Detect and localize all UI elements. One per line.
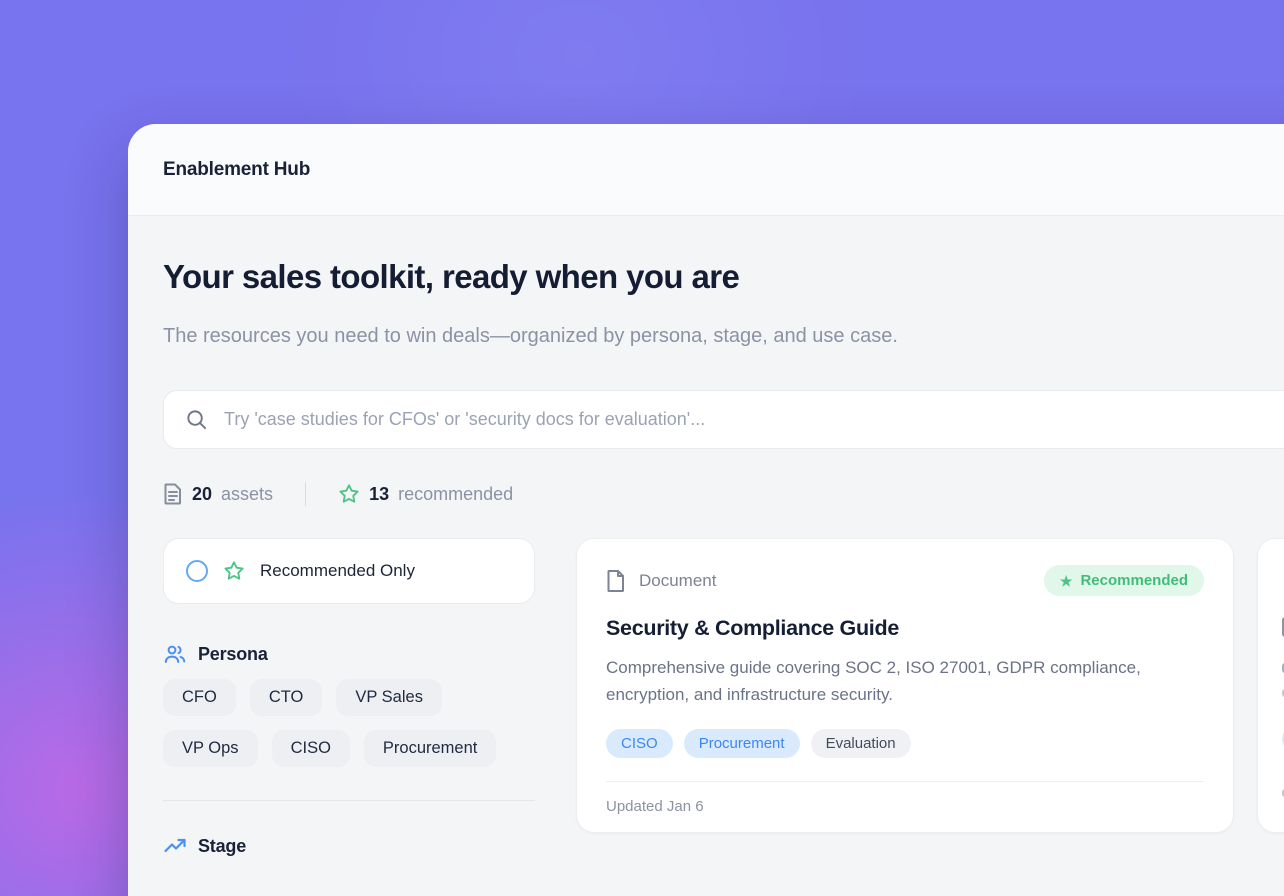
star-outline-icon	[223, 560, 245, 582]
asset-card-security-compliance-guide[interactable]: Document ★ Recommended Security & Compli…	[576, 538, 1234, 833]
persona-section-header: Persona	[163, 642, 535, 666]
persona-chips: CFO CTO VP Sales VP Ops CISO Procurement	[163, 679, 535, 767]
tag-evaluation[interactable]: Evaluation	[811, 729, 911, 758]
page-subtitle: The resources you need to win deals—orga…	[163, 318, 983, 355]
star-filled-icon: ★	[1060, 574, 1073, 588]
recommended-badge-label: Recommended	[1080, 572, 1188, 589]
card-updated-date: Updated Jan 6	[606, 798, 1204, 815]
persona-chip-cto[interactable]: CTO	[250, 679, 323, 716]
recommended-badge: ★ Recommended	[1044, 565, 1204, 596]
page-title: Your sales toolkit, ready when you are	[163, 258, 1284, 296]
assets-stat: 20 assets	[163, 483, 273, 505]
card-title: Security & Compliance Guide	[606, 616, 1204, 641]
stage-section-label: Stage	[198, 836, 246, 857]
recommended-stat: 13 recommended	[338, 483, 513, 505]
file-icon	[606, 569, 626, 593]
recommended-count: 13	[369, 484, 389, 505]
recommended-label: recommended	[398, 484, 513, 505]
assets-count: 20	[192, 484, 212, 505]
persona-chip-vp-ops[interactable]: VP Ops	[163, 730, 258, 767]
window-body: Your sales toolkit, ready when you are T…	[128, 216, 1284, 858]
stats-divider	[305, 482, 306, 506]
search-icon	[185, 408, 208, 431]
enablement-hub-window: Enablement Hub Your sales toolkit, ready…	[128, 124, 1284, 896]
users-icon	[163, 642, 187, 666]
recommended-only-label: Recommended Only	[260, 561, 415, 581]
persona-section-label: Persona	[198, 644, 268, 665]
asset-card-partial[interactable]	[1257, 538, 1284, 833]
sidebar-divider	[163, 800, 535, 801]
stage-section-header: Stage	[163, 834, 535, 858]
card-tags: CISO Procurement Evaluation	[606, 729, 1204, 758]
persona-chip-ciso[interactable]: CISO	[272, 730, 350, 767]
persona-chip-procurement[interactable]: Procurement	[364, 730, 496, 767]
card-type-label: Document	[639, 571, 716, 591]
persona-chip-vp-sales[interactable]: VP Sales	[336, 679, 442, 716]
content-row: Recommended Only Persona CFO	[163, 538, 1284, 858]
card-type: Document	[606, 569, 716, 593]
recommended-only-toggle[interactable]: Recommended Only	[163, 538, 535, 604]
document-count-icon	[163, 483, 183, 505]
tag-ciso[interactable]: CISO	[606, 729, 673, 758]
app-title: Enablement Hub	[163, 159, 310, 181]
stats-row: 20 assets 13 recommended	[163, 482, 1284, 506]
tag-procurement[interactable]: Procurement	[684, 729, 800, 758]
window-header: Enablement Hub	[128, 124, 1284, 216]
persona-chip-cfo[interactable]: CFO	[163, 679, 236, 716]
filters-sidebar: Recommended Only Persona CFO	[163, 538, 535, 858]
search-bar[interactable]	[163, 390, 1284, 449]
card-description: Comprehensive guide covering SOC 2, ISO …	[606, 654, 1186, 708]
search-input[interactable]	[224, 409, 1124, 430]
trending-up-icon	[163, 834, 187, 858]
star-outline-icon	[338, 483, 360, 505]
card-divider	[606, 781, 1204, 782]
card-top-row: Document ★ Recommended	[606, 565, 1204, 596]
assets-label: assets	[221, 484, 273, 505]
recommended-only-radio[interactable]	[186, 560, 208, 582]
asset-cards: Document ★ Recommended Security & Compli…	[576, 538, 1284, 833]
